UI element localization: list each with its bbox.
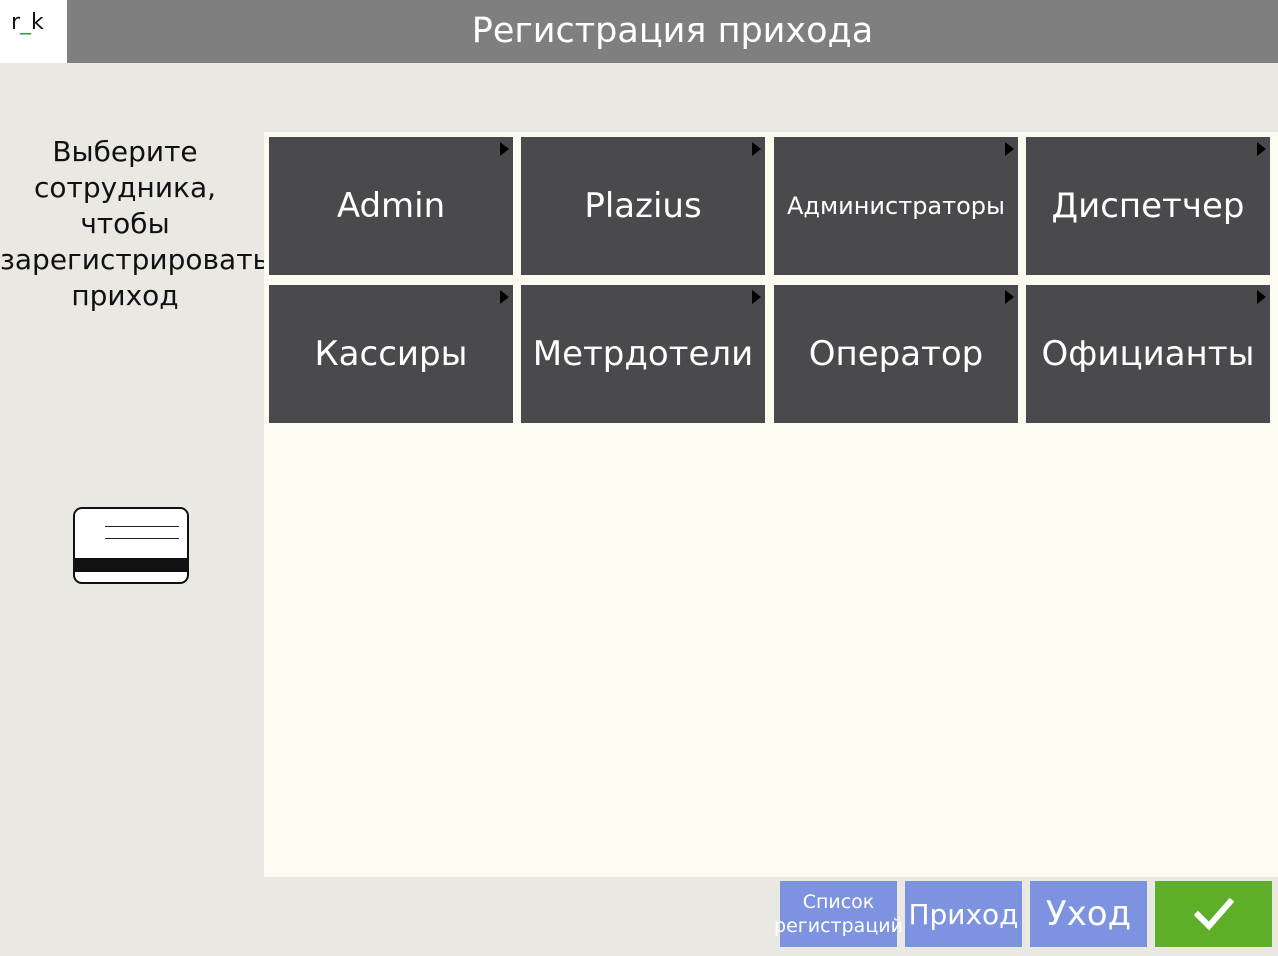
employee-label: Кассиры xyxy=(314,334,468,374)
employee-button-waiters[interactable]: Официанты xyxy=(1026,285,1270,423)
header-bar: r_k Регистрация прихода xyxy=(0,0,1278,63)
submenu-arrow-icon xyxy=(1005,142,1014,156)
employee-label: Официанты xyxy=(1041,334,1255,374)
instruction-line: приход xyxy=(71,279,179,312)
submenu-arrow-icon xyxy=(752,142,761,156)
registration-list-line: регистраций xyxy=(774,915,903,937)
employee-button-operator[interactable]: Оператор xyxy=(774,285,1018,423)
employee-button-admin[interactable]: Admin xyxy=(269,137,513,275)
card-stripe xyxy=(75,558,187,572)
logo-underscore: _ xyxy=(20,10,32,35)
registration-list-button[interactable]: Список регистраций xyxy=(774,881,903,947)
employee-label: Метрдотели xyxy=(532,334,754,374)
checkmark-icon xyxy=(1193,897,1234,931)
app-window: r_k Регистрация прихода Выберите сотрудн… xyxy=(0,0,1278,956)
page-title: Регистрация прихода xyxy=(471,11,874,51)
instruction-line: Выберите xyxy=(52,135,198,168)
employee-label: Администраторы xyxy=(787,192,1005,220)
submenu-arrow-icon xyxy=(752,290,761,304)
submenu-arrow-icon xyxy=(500,290,509,304)
employee-button-cashiers[interactable]: Кассиры xyxy=(269,285,513,423)
employee-label: Оператор xyxy=(808,334,984,374)
employee-label: Plazius xyxy=(584,186,702,226)
employee-label: Диспетчер xyxy=(1051,186,1245,226)
submenu-arrow-icon xyxy=(1257,290,1266,304)
confirm-button[interactable] xyxy=(1155,881,1272,947)
employee-button-maitre-d[interactable]: Метрдотели xyxy=(521,285,765,423)
registration-list-label: Список регистраций xyxy=(774,890,903,938)
submenu-arrow-icon xyxy=(1257,142,1266,156)
logo: r_k xyxy=(0,0,67,63)
arrival-button[interactable]: Приход xyxy=(905,881,1022,947)
registration-list-line: Список xyxy=(802,891,875,913)
departure-button[interactable]: Уход xyxy=(1030,881,1147,947)
instruction-line: сотрудника, xyxy=(33,171,216,204)
employee-button-administrators[interactable]: Администраторы xyxy=(774,137,1018,275)
submenu-arrow-icon xyxy=(1005,290,1014,304)
submenu-arrow-icon xyxy=(500,142,509,156)
instruction-line: зарегистрировать xyxy=(0,243,270,276)
employee-button-plazius[interactable]: Plazius xyxy=(521,137,765,275)
logo-suffix: k xyxy=(31,10,44,35)
logo-text: r_k xyxy=(11,10,44,35)
logo-prefix: r xyxy=(11,10,21,35)
magnetic-card-icon xyxy=(73,507,189,584)
employee-label: Admin xyxy=(336,186,446,226)
card-line xyxy=(105,526,179,527)
instruction-text: Выберите сотрудника, чтобы зарегистриров… xyxy=(0,134,270,314)
card-line xyxy=(105,538,179,539)
employee-button-dispatcher[interactable]: Диспетчер xyxy=(1026,137,1270,275)
employee-panel: Admin Plazius Администраторы Диспетчер К… xyxy=(264,132,1278,877)
instruction-line: чтобы xyxy=(80,207,170,240)
